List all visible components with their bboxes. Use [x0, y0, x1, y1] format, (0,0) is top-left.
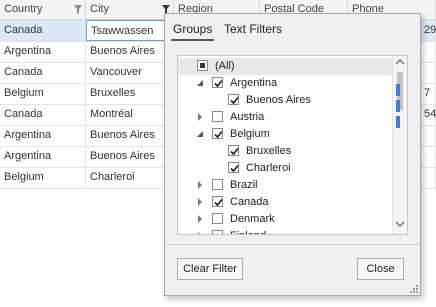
- checkbox[interactable]: [228, 94, 239, 105]
- cell-country[interactable]: Argentina: [0, 125, 86, 146]
- scroll-up-icon[interactable]: [396, 59, 404, 65]
- cell-country[interactable]: Belgium: [0, 83, 86, 104]
- expanded-arrow-icon[interactable]: [196, 130, 204, 138]
- cell-country[interactable]: Canada: [0, 62, 86, 83]
- check-icon: [214, 130, 223, 139]
- filter-list-item[interactable]: Denmark: [178, 211, 407, 228]
- cell-country[interactable]: Argentina: [0, 41, 86, 62]
- filter-item-label: Austria: [230, 111, 265, 123]
- filter-list-item[interactable]: Austria: [178, 109, 407, 126]
- filter-item-label: Charleroi: [246, 162, 291, 174]
- checkbox[interactable]: [212, 111, 223, 122]
- tab-text-filters[interactable]: Text Filters: [224, 22, 282, 36]
- filter-popup: Groups Text Filters (All) Argentina Buenos…: [164, 13, 421, 296]
- checkbox[interactable]: [212, 179, 223, 190]
- filter-item-label: Argentina: [230, 77, 278, 89]
- cell-country[interactable]: Belgium: [0, 167, 86, 188]
- check-icon: [230, 96, 239, 105]
- active-tab-indicator: [171, 39, 214, 41]
- column-header-city[interactable]: City: [86, 0, 174, 19]
- cell-city[interactable]: Vancouver: [86, 62, 174, 83]
- filter-list-item[interactable]: Belgium: [178, 126, 407, 143]
- check-icon: [230, 164, 239, 173]
- checkbox[interactable]: [212, 213, 223, 224]
- cell-overflow-text: 29: [424, 24, 436, 36]
- check-icon: [230, 147, 239, 156]
- filter-list-item[interactable]: Charleroi: [178, 160, 407, 177]
- collapsed-arrow-icon[interactable]: [196, 113, 204, 121]
- cell-country[interactable]: Canada: [0, 104, 86, 125]
- filter-item-label: Brazil: [230, 179, 258, 191]
- collapsed-arrow-icon[interactable]: [196, 215, 204, 223]
- filter-tabs: Groups Text Filters: [165, 14, 420, 44]
- tab-groups[interactable]: Groups: [173, 22, 212, 36]
- filter-list-item[interactable]: Canada: [178, 194, 407, 211]
- checkbox[interactable]: [212, 230, 223, 234]
- filter-list-item[interactable]: Buenos Aires: [178, 92, 407, 109]
- filter-list-item[interactable]: (All): [178, 58, 407, 75]
- vertical-scrollbar[interactable]: [392, 56, 407, 234]
- cell-overflow-text: 7: [424, 87, 431, 99]
- resize-grip-icon[interactable]: [408, 283, 418, 293]
- clear-filter-button[interactable]: Clear Filter: [177, 258, 243, 280]
- checkbox[interactable]: [228, 162, 239, 173]
- filter-item-label: Denmark: [230, 213, 275, 225]
- cell-city[interactable]: Buenos Aires: [86, 146, 174, 167]
- cell-country[interactable]: Canada: [0, 20, 86, 41]
- filter-list-item[interactable]: Argentina: [178, 75, 407, 92]
- filter-value-list: (All) Argentina Buenos Aires Austria Belgium…: [177, 55, 408, 235]
- column-header-country[interactable]: Country: [0, 0, 86, 19]
- filter-item-label: Finland: [230, 229, 266, 234]
- filter-item-label: Buenos Aires: [246, 94, 311, 106]
- filter-item-label: Canada: [230, 196, 269, 208]
- filter-list-item[interactable]: Brazil: [178, 177, 407, 194]
- filter-item-label: Bruxelles: [246, 145, 292, 157]
- collapsed-arrow-icon[interactable]: [196, 181, 204, 189]
- scroll-down-icon[interactable]: [396, 221, 404, 227]
- collapsed-arrow-icon[interactable]: [196, 198, 204, 206]
- column-header-label: Country: [4, 3, 43, 15]
- collapsed-arrow-icon[interactable]: [196, 232, 204, 235]
- cell-city[interactable]: Montréal: [86, 104, 174, 125]
- filter-list-item[interactable]: Finland: [178, 228, 407, 235]
- cell-city[interactable]: Tsawwassen: [86, 20, 174, 41]
- filter-list-item[interactable]: Bruxelles: [178, 143, 407, 160]
- check-icon: [214, 198, 223, 207]
- cell-overflow-text: 54: [424, 108, 436, 120]
- filter-icon[interactable]: [74, 5, 82, 14]
- check-icon: [214, 79, 223, 88]
- checkbox[interactable]: [212, 77, 223, 88]
- checkbox[interactable]: [212, 196, 223, 207]
- checkbox[interactable]: [212, 128, 223, 139]
- scroll-position-indicator: [396, 84, 400, 130]
- column-header-label: City: [90, 3, 109, 15]
- checkbox[interactable]: [228, 145, 239, 156]
- cell-city[interactable]: Bruxelles: [86, 83, 174, 104]
- indeterminate-icon: [200, 63, 205, 68]
- close-button[interactable]: Close: [357, 258, 404, 280]
- footer-divider: [165, 244, 420, 245]
- filter-item-label: Belgium: [230, 128, 270, 140]
- cell-country[interactable]: Argentina: [0, 146, 86, 167]
- expanded-arrow-icon[interactable]: [196, 79, 204, 87]
- checkbox[interactable]: [197, 60, 208, 71]
- cell-city[interactable]: Charleroi: [86, 167, 174, 188]
- cell-city[interactable]: Buenos Aires: [86, 125, 174, 146]
- filter-item-label: (All): [215, 60, 235, 72]
- cell-city[interactable]: Buenos Aires: [86, 41, 174, 62]
